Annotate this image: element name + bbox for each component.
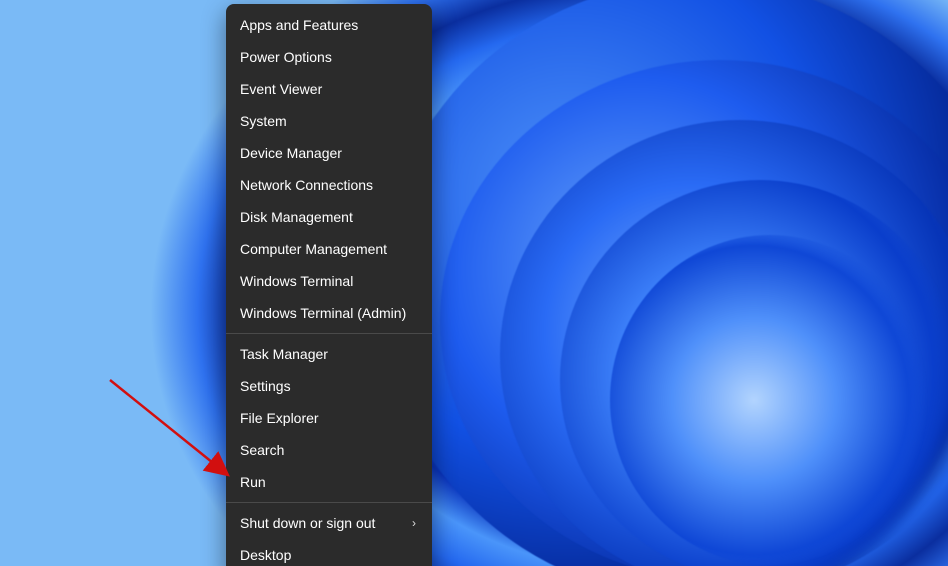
menu-item-file-explorer[interactable]: File Explorer <box>226 402 432 434</box>
menu-item-label: Windows Terminal (Admin) <box>240 304 406 322</box>
menu-item-label: File Explorer <box>240 409 319 427</box>
menu-item-label: Apps and Features <box>240 16 358 34</box>
menu-item-windows-terminal[interactable]: Windows Terminal <box>226 265 432 297</box>
menu-item-run[interactable]: Run <box>226 466 432 498</box>
menu-separator <box>226 502 432 503</box>
menu-item-label: Power Options <box>240 48 332 66</box>
menu-item-device-manager[interactable]: Device Manager <box>226 137 432 169</box>
menu-item-shutdown-signout[interactable]: Shut down or sign out › <box>226 507 432 539</box>
menu-item-disk-management[interactable]: Disk Management <box>226 201 432 233</box>
menu-item-label: Computer Management <box>240 240 387 258</box>
menu-separator <box>226 333 432 334</box>
menu-item-search[interactable]: Search <box>226 434 432 466</box>
menu-item-network-connections[interactable]: Network Connections <box>226 169 432 201</box>
menu-item-label: Device Manager <box>240 144 342 162</box>
menu-item-label: Settings <box>240 377 291 395</box>
menu-item-computer-management[interactable]: Computer Management <box>226 233 432 265</box>
menu-item-label: Disk Management <box>240 208 353 226</box>
menu-item-label: Event Viewer <box>240 80 322 98</box>
menu-item-label: Run <box>240 473 266 491</box>
menu-item-apps-and-features[interactable]: Apps and Features <box>226 9 432 41</box>
menu-item-event-viewer[interactable]: Event Viewer <box>226 73 432 105</box>
menu-item-power-options[interactable]: Power Options <box>226 41 432 73</box>
menu-item-label: Search <box>240 441 284 459</box>
menu-item-label: Shut down or sign out <box>240 514 375 532</box>
winx-context-menu: Apps and Features Power Options Event Vi… <box>226 4 432 566</box>
menu-item-settings[interactable]: Settings <box>226 370 432 402</box>
menu-item-label: Network Connections <box>240 176 373 194</box>
menu-item-desktop[interactable]: Desktop <box>226 539 432 566</box>
menu-item-label: System <box>240 112 287 130</box>
menu-item-label: Windows Terminal <box>240 272 353 290</box>
chevron-right-icon: › <box>412 514 418 532</box>
menu-item-windows-terminal-admin[interactable]: Windows Terminal (Admin) <box>226 297 432 329</box>
menu-item-label: Desktop <box>240 546 291 564</box>
menu-item-system[interactable]: System <box>226 105 432 137</box>
desktop-background[interactable]: Apps and Features Power Options Event Vi… <box>0 0 948 566</box>
menu-item-task-manager[interactable]: Task Manager <box>226 338 432 370</box>
menu-item-label: Task Manager <box>240 345 328 363</box>
